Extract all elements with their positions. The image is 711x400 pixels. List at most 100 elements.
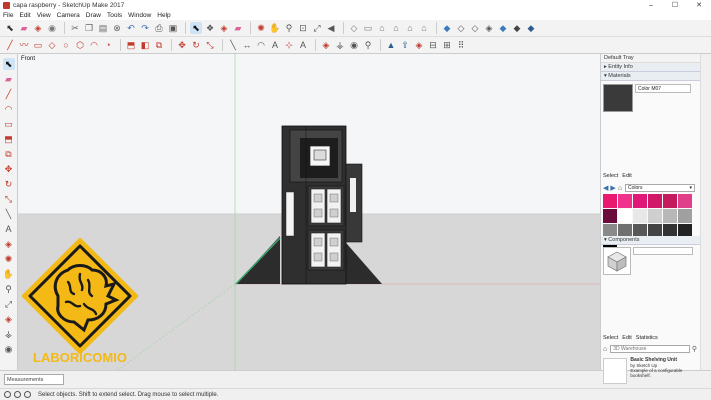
3d-viewport[interactable]: Front LABORICOMIO: [18, 54, 600, 370]
credits-icon[interactable]: [14, 391, 21, 398]
camera-icon[interactable]: ◉: [3, 343, 15, 355]
tab-select[interactable]: Select: [603, 173, 618, 179]
select-icon[interactable]: ⬉: [190, 22, 202, 34]
paint-bucket-icon[interactable]: ◈: [32, 22, 44, 34]
material-swatch[interactable]: [648, 209, 662, 223]
section-plane-icon[interactable]: ◈: [320, 39, 332, 51]
dimension-icon[interactable]: ↔: [241, 39, 253, 51]
maximize-button[interactable]: ☐: [663, 1, 687, 9]
section-icon[interactable]: ◈: [3, 313, 15, 325]
axes-icon[interactable]: ⊹: [283, 39, 295, 51]
tray-scrollbar[interactable]: [700, 54, 711, 370]
zoom-icon[interactable]: ⚲: [3, 283, 15, 295]
share-model-icon[interactable]: ⇪: [399, 39, 411, 51]
material-swatch[interactable]: [603, 194, 617, 208]
forward-icon[interactable]: ▶: [610, 184, 615, 192]
menu-draw[interactable]: Draw: [86, 12, 101, 19]
back-edges-icon[interactable]: ◇: [455, 22, 467, 34]
previous-view-icon[interactable]: ◀: [325, 22, 337, 34]
material-swatch[interactable]: [603, 209, 617, 223]
make-component-icon[interactable]: ❖: [204, 22, 216, 34]
push-pull-icon[interactable]: ⬒: [3, 133, 15, 145]
freehand-icon[interactable]: 〰: [18, 39, 30, 51]
geolocation-icon[interactable]: [4, 391, 11, 398]
scale-icon[interactable]: ⤡: [204, 39, 216, 51]
tape-measure-icon[interactable]: ◉: [46, 22, 58, 34]
rotated-rectangle-icon[interactable]: ◇: [46, 39, 58, 51]
menu-file[interactable]: File: [3, 12, 13, 19]
materials-header[interactable]: ▾ Materials: [601, 72, 700, 81]
zoom-extents-icon[interactable]: ⤢: [3, 298, 15, 310]
orbit-icon[interactable]: ✺: [255, 22, 267, 34]
material-swatch[interactable]: [663, 209, 677, 223]
follow-me-icon[interactable]: ◧: [139, 39, 151, 51]
select-tool-icon[interactable]: ⬉: [2, 58, 15, 70]
component-item[interactable]: Basic Shelving Unit by Sketch Up Example…: [603, 358, 699, 390]
paint-icon[interactable]: ◈: [3, 238, 15, 250]
menu-window[interactable]: Window: [128, 12, 151, 19]
text-icon[interactable]: A: [269, 39, 281, 51]
monochrome-icon[interactable]: ◆: [525, 22, 537, 34]
material-swatch[interactable]: [618, 209, 632, 223]
eraser-tool-icon[interactable]: ▰: [232, 22, 244, 34]
layout-icon[interactable]: ⊟: [427, 39, 439, 51]
close-button[interactable]: ✕: [687, 1, 711, 9]
delete-icon[interactable]: ⊗: [111, 22, 123, 34]
menu-edit[interactable]: Edit: [19, 12, 30, 19]
walk-icon[interactable]: ⚶: [334, 39, 346, 51]
3d-text-icon[interactable]: A: [297, 39, 309, 51]
offset-icon[interactable]: ⧉: [3, 148, 15, 160]
shaded-icon[interactable]: ◆: [497, 22, 509, 34]
scale-icon[interactable]: ⤡: [3, 193, 15, 205]
offset-icon[interactable]: ⧉: [153, 39, 165, 51]
material-swatch[interactable]: [663, 194, 677, 208]
left-view-icon[interactable]: ⌂: [418, 22, 430, 34]
components-header[interactable]: ▾ Components: [601, 236, 701, 245]
right-view-icon[interactable]: ⌂: [390, 22, 402, 34]
tab-edit[interactable]: Edit: [622, 173, 631, 179]
circle-icon[interactable]: ○: [60, 39, 72, 51]
rotate-icon[interactable]: ↻: [3, 178, 15, 190]
zoom-extents-icon[interactable]: ⤢: [311, 22, 323, 34]
photo-texture-icon[interactable]: ⊞: [441, 39, 453, 51]
rectangle-icon[interactable]: ▭: [32, 39, 44, 51]
print-icon[interactable]: ⎙: [153, 22, 165, 34]
front-view-icon[interactable]: ⌂: [376, 22, 388, 34]
comp-tab-select[interactable]: Select: [603, 335, 618, 341]
warehouse-icon[interactable]: ▲: [385, 39, 397, 51]
footprints-icon[interactable]: ⠿: [455, 39, 467, 51]
hidden-line-icon[interactable]: ◈: [483, 22, 495, 34]
home-icon[interactable]: ⌂: [603, 346, 607, 353]
comp-tab-edit[interactable]: Edit: [622, 335, 631, 341]
search-icon[interactable]: ⚲: [692, 345, 697, 353]
tape-icon[interactable]: ╲: [3, 208, 15, 220]
iso-view-icon[interactable]: ◇: [348, 22, 360, 34]
comp-tab-statistics[interactable]: Statistics: [636, 335, 658, 341]
menu-camera[interactable]: Camera: [57, 12, 80, 19]
tape-icon[interactable]: ╲: [227, 39, 239, 51]
paint-icon[interactable]: ◈: [218, 22, 230, 34]
arc-icon[interactable]: ◠: [88, 39, 100, 51]
minimize-button[interactable]: –: [639, 2, 663, 9]
pan-icon[interactable]: ✋: [3, 268, 15, 280]
arc-icon[interactable]: ◠: [3, 103, 15, 115]
redo-icon[interactable]: ↷: [139, 22, 151, 34]
material-swatch[interactable]: [633, 194, 647, 208]
material-swatch[interactable]: [633, 209, 647, 223]
material-name-field[interactable]: Color M07: [635, 84, 691, 93]
select-tool-icon[interactable]: ⬉: [4, 22, 16, 34]
top-view-icon[interactable]: ▭: [362, 22, 374, 34]
xray-icon[interactable]: ◆: [441, 22, 453, 34]
eraser-icon[interactable]: ▰: [18, 22, 30, 34]
look-around-icon[interactable]: ◉: [348, 39, 360, 51]
zoom-window-icon[interactable]: ⊡: [297, 22, 309, 34]
orbit-icon[interactable]: ✺: [3, 253, 15, 265]
menu-view[interactable]: View: [37, 12, 51, 19]
home-icon[interactable]: ⌂: [618, 185, 622, 192]
rotate-icon[interactable]: ↻: [190, 39, 202, 51]
paste-icon[interactable]: ▤: [97, 22, 109, 34]
extension-warehouse-icon[interactable]: ◈: [413, 39, 425, 51]
pan-icon[interactable]: ✋: [269, 22, 281, 34]
material-swatch[interactable]: [678, 209, 692, 223]
cut-icon[interactable]: ✂: [69, 22, 81, 34]
